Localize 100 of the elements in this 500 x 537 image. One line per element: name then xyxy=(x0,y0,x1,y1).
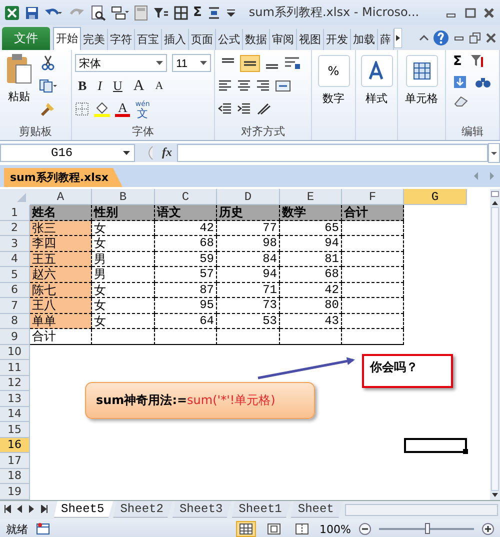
previous-sheet-icon[interactable] xyxy=(17,504,23,512)
shrink-font-button[interactable]: A xyxy=(152,78,166,94)
row-header[interactable]: 2 xyxy=(0,220,30,236)
copy-icon[interactable] xyxy=(39,79,57,93)
column-header[interactable]: G xyxy=(404,189,467,205)
scroll-down-icon[interactable] xyxy=(492,492,498,496)
styles-button[interactable]: 样式 xyxy=(359,53,394,140)
column-header[interactable]: D xyxy=(217,189,280,205)
next-sheet-icon[interactable] xyxy=(29,504,35,512)
collapse-ribbon-icon[interactable] xyxy=(419,32,429,42)
dropdown-icon[interactable] xyxy=(200,61,207,65)
cut-icon[interactable] xyxy=(41,55,55,71)
autosum-button[interactable]: Σ xyxy=(193,5,202,20)
row-header[interactable]: 15 xyxy=(0,422,30,438)
font-name-field[interactable]: 宋体 xyxy=(75,54,168,72)
row-header[interactable]: 18 xyxy=(0,468,30,484)
macro-record-icon[interactable] xyxy=(36,523,50,535)
form-icon[interactable] xyxy=(111,4,129,20)
decrease-indent-icon[interactable] xyxy=(218,103,232,115)
align-icon[interactable] xyxy=(206,6,221,20)
align-right-icon[interactable] xyxy=(256,80,270,92)
name-box[interactable]: G16 xyxy=(0,144,135,162)
table-grid-icon[interactable] xyxy=(174,6,188,20)
zoom-slider-thumb[interactable] xyxy=(424,523,430,534)
format-painter-icon[interactable] xyxy=(40,101,56,117)
row-header[interactable]: 1 xyxy=(0,205,30,220)
row-header[interactable]: 3 xyxy=(0,236,30,252)
clear-icon[interactable] xyxy=(453,95,469,107)
column-header[interactable]: E xyxy=(280,189,342,205)
split-handle-icon[interactable] xyxy=(491,191,499,197)
autosum-button[interactable]: Σ xyxy=(453,54,462,68)
merge-cells-icon[interactable] xyxy=(275,79,293,93)
sheet-tab[interactable]: Sheet5 xyxy=(54,500,114,518)
row-header[interactable]: 7 xyxy=(0,298,30,314)
row-header[interactable]: 11 xyxy=(0,360,30,376)
wrap-text-icon[interactable] xyxy=(284,56,300,70)
row-header[interactable]: 6 xyxy=(0,282,30,298)
paste-button[interactable]: 粘贴 xyxy=(3,53,35,124)
sheet-tab[interactable]: Sheet xyxy=(290,500,343,518)
font-size-field[interactable]: 11 xyxy=(172,54,211,72)
grow-font-button[interactable]: A xyxy=(130,78,148,94)
sheet-tab[interactable]: Sheet3 xyxy=(172,500,232,518)
sheet-tab[interactable]: Sheet1 xyxy=(232,500,291,518)
save-icon[interactable] xyxy=(25,6,39,20)
horizontal-scrollbar[interactable] xyxy=(344,504,498,516)
close-icon[interactable] xyxy=(485,32,497,44)
customize-menu-icon[interactable] xyxy=(226,6,236,18)
column-header[interactable]: F xyxy=(342,189,404,205)
align-left-icon[interactable] xyxy=(218,80,232,92)
row-header[interactable]: 16 xyxy=(0,438,30,453)
row-header[interactable]: 10 xyxy=(0,344,30,360)
print-preview-icon[interactable] xyxy=(90,4,106,20)
sort-filter-icon[interactable] xyxy=(470,53,486,69)
column-header[interactable]: B xyxy=(92,189,155,205)
row-header[interactable]: 8 xyxy=(0,314,30,329)
close-icon[interactable] xyxy=(482,6,496,20)
ribbon-tab[interactable]: 开始 xyxy=(53,27,81,50)
row-header[interactable]: 19 xyxy=(0,484,30,500)
scroll-right-icon[interactable] xyxy=(394,28,402,48)
number-button[interactable]: % 数字 xyxy=(315,53,352,140)
row-header[interactable]: 17 xyxy=(0,453,30,468)
borders-icon[interactable] xyxy=(75,102,89,116)
italic-button[interactable]: I xyxy=(94,78,106,94)
first-sheet-icon[interactable] xyxy=(4,504,11,512)
row-header[interactable]: 9 xyxy=(0,329,30,344)
workbook-tab[interactable]: sum系列教程.xlsx xyxy=(4,168,123,187)
row-header[interactable]: 13 xyxy=(0,391,30,406)
formula-input[interactable] xyxy=(177,144,488,162)
insert-function-button[interactable]: fx xyxy=(157,145,177,160)
restore-icon[interactable] xyxy=(469,32,481,44)
row-header[interactable]: 12 xyxy=(0,376,30,391)
last-sheet-icon[interactable] xyxy=(41,504,48,512)
fill-color-icon[interactable] xyxy=(94,101,110,117)
align-center-icon[interactable] xyxy=(237,80,251,92)
font-color-button[interactable]: A xyxy=(115,101,130,117)
cells-button[interactable]: 单元格 xyxy=(401,53,442,140)
dropdown-icon[interactable] xyxy=(156,61,164,65)
vertical-scrollbar[interactable] xyxy=(490,189,500,500)
maximize-icon[interactable] xyxy=(463,6,477,20)
row-header[interactable]: 4 xyxy=(0,252,30,267)
align-button[interactable] xyxy=(240,54,260,72)
expand-icon[interactable] xyxy=(488,142,500,162)
underline-button[interactable]: U xyxy=(110,78,126,94)
bold-button[interactable]: B xyxy=(75,78,90,94)
zoom-out-icon[interactable] xyxy=(359,523,371,535)
filter-icon[interactable] xyxy=(153,6,169,20)
find-icon[interactable] xyxy=(475,75,491,89)
scroll-up-icon[interactable] xyxy=(492,201,498,205)
calculator-icon[interactable] xyxy=(134,4,148,20)
help-icon[interactable] xyxy=(433,30,449,46)
zoom-in-icon[interactable] xyxy=(482,523,494,535)
row-header[interactable]: 5 xyxy=(0,267,30,282)
file-tab[interactable]: 文件 xyxy=(2,27,50,50)
sheet-tab[interactable]: Sheet2 xyxy=(113,500,172,518)
row-header[interactable]: 14 xyxy=(0,406,30,422)
increase-indent-icon[interactable] xyxy=(237,103,251,115)
column-header[interactable]: C xyxy=(155,189,217,205)
fill-icon[interactable] xyxy=(453,75,467,89)
column-header[interactable]: A xyxy=(30,189,92,205)
view-button[interactable] xyxy=(236,521,256,537)
